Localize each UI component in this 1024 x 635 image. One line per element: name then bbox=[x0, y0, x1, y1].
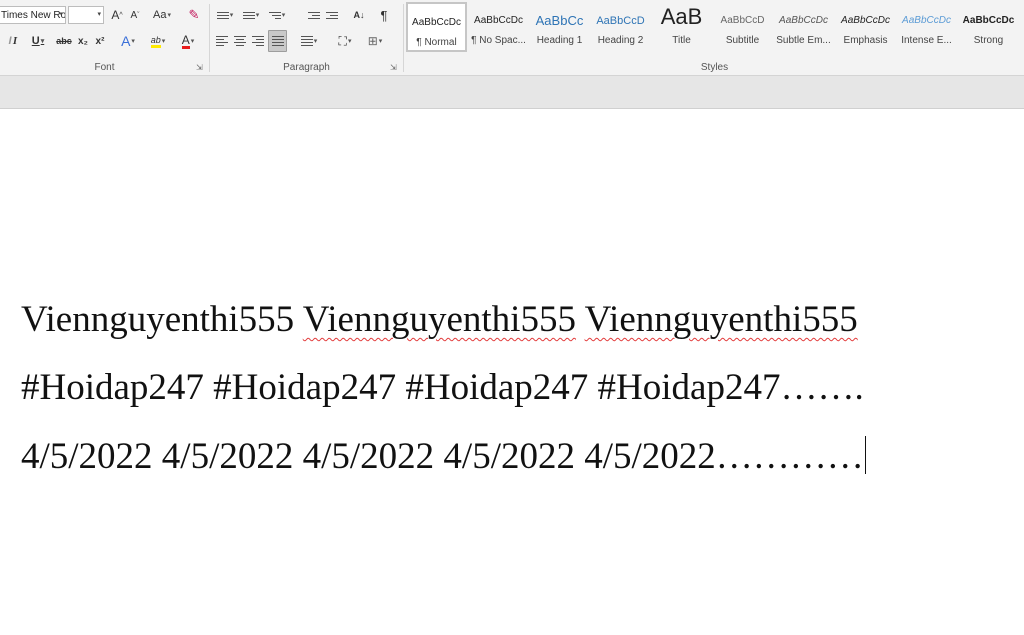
show-formatting-button[interactable]: ¶ bbox=[376, 5, 392, 25]
grow-font-button[interactable]: A ^ bbox=[109, 5, 125, 25]
paragraph-group: ▾ ▾ ▾ A↓ ¶ ▾ ⛶ ▾ ⊞ ▾ Paragraph ⇲ bbox=[210, 0, 403, 76]
change-case-icon: Aa bbox=[153, 9, 167, 21]
document-word: Viennguyenthi555 bbox=[21, 299, 295, 340]
chevron-down-icon: ▾ bbox=[313, 38, 318, 45]
paragraph-group-label: Paragraph bbox=[283, 62, 330, 73]
justify-button[interactable] bbox=[268, 30, 287, 52]
caret-up-icon: ˇ bbox=[137, 11, 140, 19]
underline-icon: U bbox=[31, 35, 40, 47]
grow-font-icon: A bbox=[111, 8, 120, 22]
align-center-button[interactable] bbox=[232, 31, 248, 51]
italic-icon: I bbox=[12, 35, 18, 47]
chevron-down-icon: ▾ bbox=[229, 12, 234, 19]
misspelled-word[interactable]: Viennguyenthi555 bbox=[585, 299, 858, 340]
subscript-icon: x₂ bbox=[77, 35, 88, 47]
highlight-button[interactable]: ab ▾ bbox=[146, 31, 170, 51]
styles-group: Styles bbox=[405, 0, 1024, 76]
text-effects-button[interactable]: A ▾ bbox=[118, 31, 138, 51]
eraser-icon: ✎ bbox=[188, 7, 200, 22]
sort-button[interactable]: A↓ bbox=[350, 5, 368, 25]
numbering-button[interactable]: ▾ bbox=[240, 5, 262, 25]
ribbon: Times New Ro ▾ ▾ A^ Aˇ Aa▾ ✎ BI I U▾ bbox=[0, 0, 1024, 76]
borders-icon: ⊞ bbox=[367, 34, 378, 48]
document-text: 4/5/2022 4/5/2022 4/5/2022 4/5/2022 4/5/… bbox=[21, 436, 864, 477]
shading-button[interactable]: ⛶ ▾ bbox=[332, 31, 358, 51]
shrink-font-button[interactable]: Aˇ bbox=[127, 5, 143, 25]
strikethrough-button[interactable]: abc bbox=[55, 31, 73, 51]
font-size-combo[interactable]: ▾ bbox=[68, 6, 104, 24]
italic-button[interactable]: I bbox=[9, 31, 21, 51]
underline-button[interactable]: U ▾ bbox=[27, 31, 49, 51]
font-group: Times New Ro ▾ ▾ A^ Aˇ Aa▾ ✎ BI I U▾ bbox=[0, 0, 209, 76]
font-name-value: Times New Ro bbox=[1, 9, 66, 21]
dialog-launcher-icon[interactable]: ⇲ bbox=[390, 63, 399, 72]
caret-up-icon: ^ bbox=[119, 11, 123, 19]
increase-indent-icon bbox=[326, 11, 338, 19]
chevron-down-icon: ▾ bbox=[281, 12, 286, 19]
chevron-down-icon: ▾ bbox=[161, 38, 166, 45]
multilevel-list-button[interactable]: ▾ bbox=[266, 5, 288, 25]
subscript-button[interactable]: x₂ bbox=[76, 31, 90, 51]
decrease-indent-button[interactable] bbox=[306, 5, 322, 25]
chevron-down-icon: ▾ bbox=[167, 12, 171, 19]
styles-group-label: Styles bbox=[700, 62, 729, 73]
font-color-button[interactable]: A ▾ bbox=[176, 31, 200, 51]
pilcrow-icon: ¶ bbox=[380, 7, 388, 23]
text-effects-icon: A bbox=[121, 33, 131, 49]
decrease-indent-icon bbox=[308, 11, 320, 19]
font-group-label: Font bbox=[94, 62, 115, 73]
align-left-icon bbox=[216, 36, 228, 46]
document-text: #Hoidap247 #Hoidap247 #Hoidap247 #Hoidap… bbox=[21, 367, 864, 408]
strikethrough-icon: abc bbox=[56, 36, 72, 46]
chevron-down-icon: ▾ bbox=[40, 38, 45, 45]
paint-bucket-icon: ⛶ bbox=[338, 33, 347, 48]
document-line-1: Viennguyenthi555 Viennguyenthi555 Vienng… bbox=[21, 298, 858, 342]
align-right-button[interactable] bbox=[250, 31, 266, 51]
document-line-3: 4/5/2022 4/5/2022 4/5/2022 4/5/2022 4/5/… bbox=[21, 435, 867, 479]
line-spacing-icon bbox=[300, 36, 313, 46]
chevron-down-icon: ▾ bbox=[378, 38, 383, 45]
superscript-button[interactable]: x² bbox=[93, 31, 107, 51]
bullets-button[interactable]: ▾ bbox=[214, 5, 236, 25]
ruler-area bbox=[0, 76, 1024, 109]
font-name-combo[interactable]: Times New Ro ▾ bbox=[0, 6, 66, 24]
highlighter-icon: ab bbox=[150, 35, 161, 48]
multilevel-list-icon bbox=[268, 11, 281, 19]
document-line-2: #Hoidap247 #Hoidap247 #Hoidap247 #Hoidap… bbox=[21, 366, 864, 410]
sort-icon: A↓ bbox=[353, 10, 365, 20]
clear-formatting-button[interactable]: ✎ bbox=[185, 5, 203, 25]
align-center-icon bbox=[234, 36, 246, 46]
chevron-down-icon: ▾ bbox=[347, 38, 352, 45]
chevron-down-icon: ▾ bbox=[190, 38, 195, 45]
align-left-button[interactable] bbox=[214, 31, 230, 51]
document-page[interactable]: Viennguyenthi555 Viennguyenthi555 Vienng… bbox=[0, 110, 1024, 635]
numbered-list-icon bbox=[242, 11, 255, 19]
text-cursor bbox=[864, 436, 867, 474]
misspelled-word[interactable]: Viennguyenthi555 bbox=[303, 299, 576, 340]
chevron-down-icon: ▾ bbox=[255, 12, 260, 19]
justify-icon bbox=[271, 36, 284, 46]
bullet-list-icon bbox=[216, 11, 229, 19]
chevron-down-icon: ▾ bbox=[131, 38, 135, 45]
change-case-button[interactable]: Aa ▾ bbox=[149, 5, 175, 25]
chevron-down-icon[interactable]: ▾ bbox=[59, 7, 63, 23]
group-divider bbox=[403, 4, 404, 72]
font-color-icon: A bbox=[181, 32, 190, 49]
increase-indent-button[interactable] bbox=[324, 5, 340, 25]
line-spacing-button[interactable]: ▾ bbox=[296, 31, 322, 51]
superscript-icon: x² bbox=[95, 35, 105, 47]
align-right-icon bbox=[252, 36, 264, 46]
dialog-launcher-icon[interactable]: ⇲ bbox=[196, 63, 205, 72]
chevron-down-icon[interactable]: ▾ bbox=[97, 7, 101, 23]
shrink-font-icon: A bbox=[130, 9, 138, 21]
borders-button[interactable]: ⊞ ▾ bbox=[362, 31, 388, 51]
